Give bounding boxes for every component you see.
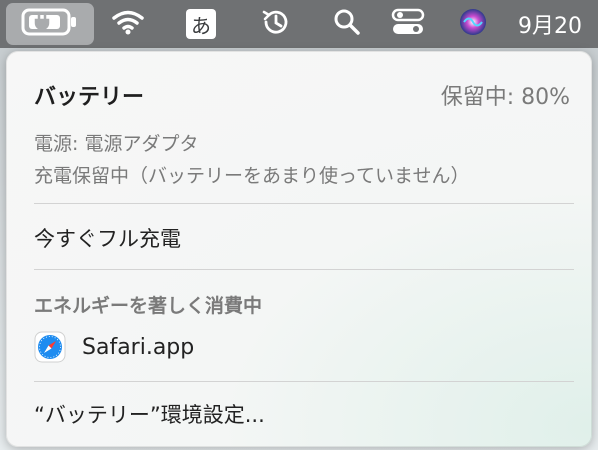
battery-status: 保留中: 80% [440, 85, 570, 110]
separator [34, 381, 574, 382]
control-center-icon [391, 8, 425, 40]
app-list-item[interactable]: Safari.app [34, 331, 194, 363]
energy-section-header: エネルギーを著しく消費中 [34, 295, 263, 317]
clock[interactable]: 9月20 [518, 0, 598, 48]
separator [34, 269, 574, 270]
charge-hold-note: 充電保留中（バッテリーをあまり使っていません） [34, 165, 470, 187]
control-center-button[interactable] [388, 0, 428, 48]
input-method-label: あ [186, 9, 216, 39]
wifi-icon [111, 9, 145, 39]
search-icon [333, 8, 361, 40]
time-machine-icon [260, 6, 292, 42]
battery-preferences-item[interactable]: “バッテリー”環境設定... [34, 399, 592, 429]
spotlight-button[interactable] [330, 0, 364, 48]
siri-button[interactable] [456, 0, 490, 48]
input-method-button[interactable]: あ [184, 0, 218, 48]
safari-icon [34, 331, 66, 363]
power-source: 電源: 電源アダプタ [34, 133, 199, 155]
battery-menu-button[interactable] [6, 3, 94, 45]
siri-icon [458, 7, 488, 41]
battery-charging-icon [21, 7, 79, 41]
app-name: Safari.app [82, 334, 195, 360]
wifi-menu-button[interactable] [108, 0, 148, 48]
charge-now-item[interactable]: 今すぐフル充電 [34, 223, 592, 253]
separator [34, 203, 574, 204]
clock-text: 9月20 [518, 14, 582, 39]
time-machine-button[interactable] [258, 0, 294, 48]
menu-bar: あ 9月20 [0, 0, 598, 48]
battery-menu: バッテリー 保留中: 80% 電源: 電源アダプタ 充電保留中（バッテリーをあま… [6, 51, 592, 447]
